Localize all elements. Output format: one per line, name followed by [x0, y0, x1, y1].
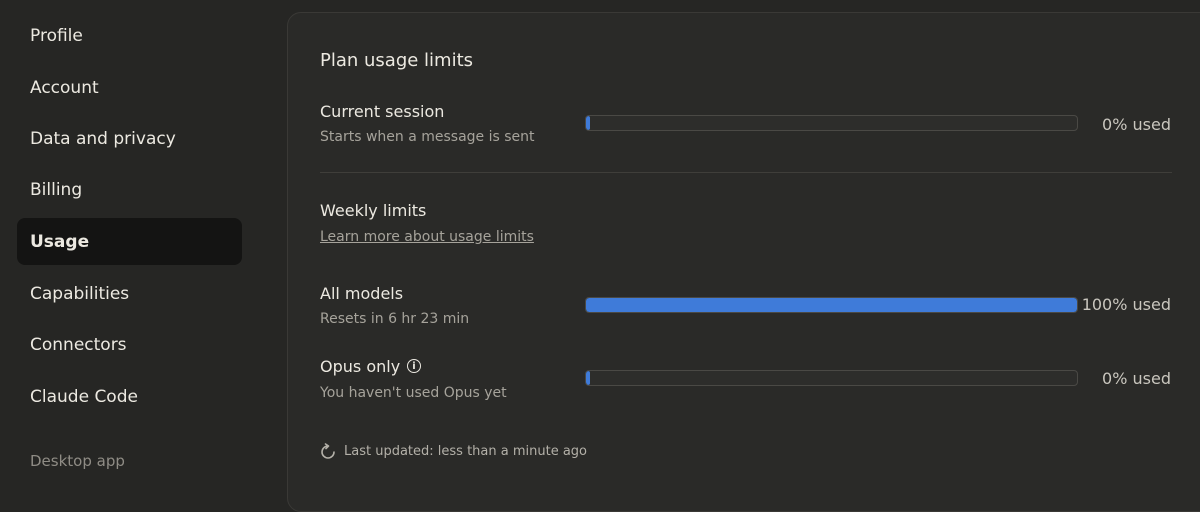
all-models-label: All models	[320, 284, 404, 303]
sidebar-item-label: Claude Code	[30, 386, 138, 407]
opus-only-label: Opus only	[320, 357, 401, 376]
current-session-usage-value: 0% used	[1102, 115, 1171, 134]
sidebar-item-account[interactable]: Account	[17, 64, 242, 111]
current-session-label: Current session	[320, 102, 445, 121]
all-models-subtext: Resets in 6 hr 23 min	[320, 311, 470, 327]
current-session-progress-fill	[586, 116, 590, 130]
last-updated-text: Last updated: less than a minute ago	[344, 444, 587, 459]
sidebar-item-claude-code[interactable]: Claude Code	[17, 373, 242, 420]
settings-sidebar: Profile Account Data and privacy Billing…	[0, 0, 260, 488]
sidebar-item-label: Connectors	[30, 334, 127, 355]
sidebar-item-label: Capabilities	[30, 283, 130, 304]
info-icon[interactable]: i	[407, 359, 421, 373]
learn-more-usage-limits-link[interactable]: Learn more about usage limits	[320, 229, 534, 245]
weekly-limits-title: Weekly limits	[320, 201, 427, 220]
sidebar-item-profile[interactable]: Profile	[17, 12, 242, 59]
sidebar-item-billing[interactable]: Billing	[17, 166, 242, 213]
sidebar-footer-desktop-app: Desktop app	[30, 452, 125, 470]
sidebar-item-capabilities[interactable]: Capabilities	[17, 270, 242, 317]
all-models-usage-value: 100% used	[1081, 295, 1171, 314]
current-session-subtext: Starts when a message is sent	[320, 129, 535, 145]
opus-only-progress-fill	[586, 371, 590, 385]
sidebar-item-connectors[interactable]: Connectors	[17, 321, 242, 368]
section-divider	[320, 172, 1172, 173]
sidebar-item-usage[interactable]: Usage	[17, 218, 242, 265]
all-models-progress-fill	[586, 298, 1077, 312]
current-session-progress-bar	[585, 115, 1078, 131]
page-title: Plan usage limits	[320, 50, 474, 71]
sidebar-item-data-and-privacy[interactable]: Data and privacy	[17, 115, 242, 162]
refresh-icon[interactable]	[319, 443, 337, 461]
sidebar-item-label: Account	[30, 77, 99, 98]
sidebar-item-label: Profile	[30, 25, 83, 46]
usage-panel: Plan usage limits Current session Starts…	[287, 12, 1200, 512]
sidebar-item-label: Data and privacy	[30, 128, 176, 149]
all-models-progress-bar	[585, 297, 1078, 313]
opus-only-progress-bar	[585, 370, 1078, 386]
sidebar-item-label: Usage	[30, 231, 90, 252]
sidebar-item-label: Billing	[30, 179, 83, 200]
opus-only-usage-value: 0% used	[1102, 369, 1171, 388]
opus-only-subtext: You haven't used Opus yet	[320, 385, 507, 401]
